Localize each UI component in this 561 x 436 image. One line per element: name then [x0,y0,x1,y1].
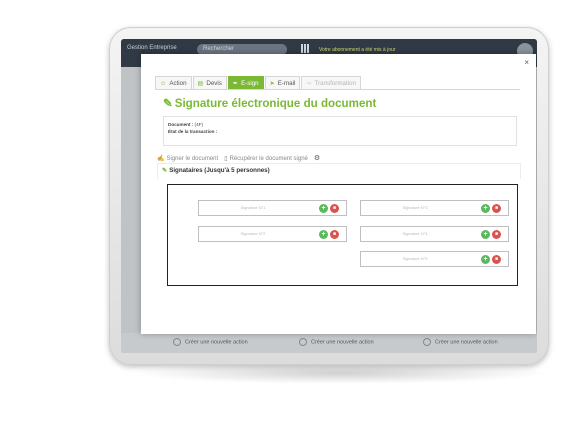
create-action-link[interactable]: Créer une nouvelle action [173,338,248,346]
tab-esign[interactable]: ✒ E-sign [227,76,264,90]
pen-icon: ✒ [232,80,239,87]
signature-field[interactable]: Signature N°5 + ■ [360,251,509,267]
add-signer-button[interactable]: + [481,204,490,213]
delete-signer-button[interactable]: ■ [492,255,501,264]
close-icon[interactable]: × [524,58,529,67]
document-info: Document : (4F) [168,122,203,127]
radio-icon [423,338,431,346]
header-notice: Votre abonnement a été mis à jour [319,47,396,53]
tab-action[interactable]: ☺ Action [155,76,192,90]
signature-field[interactable]: Signature N°2 + ■ [198,226,347,242]
tablet-frame: Gestion Entreprise Rechercher Votre abon… [109,27,549,365]
delete-signer-button[interactable]: ■ [330,204,339,213]
sign-document-button[interactable]: ✍ Signer le document [157,155,218,162]
esign-actions: ✍ Signer le document ▯ Récupérer le docume… [157,154,326,162]
tab-divider [155,89,520,90]
retrieve-document-button[interactable]: ▯ Récupérer le document signé [224,155,308,162]
delete-signer-button[interactable]: ■ [492,230,501,239]
app-nav-text: Gestion Entreprise [127,45,177,51]
tab-devis[interactable]: ▤ Devis [192,76,227,90]
page-title: ✎ Signature électronique du document [163,97,377,110]
radio-icon [299,338,307,346]
signature-area: Signature N°1 + ■ Signature N°2 + ■ Sign… [167,184,518,286]
send-icon: ➤ [269,80,275,87]
background-action-row: Créer une nouvelle action Créer une nouv… [121,333,537,353]
add-signer-button[interactable]: + [319,204,328,213]
document-info-box: Document : (4F) État de la transaction : [163,116,517,146]
signature-icon: ✎ [163,97,173,110]
delete-signer-button[interactable]: ■ [330,230,339,239]
esign-modal: × ☺ Action ▤ Devis ✒ E-sign ➤ E-mail ⇛ Transf… [141,54,536,334]
signers-header: ✎ Signataires (Jusqu'à 5 personnes) [157,163,521,179]
delete-signer-button[interactable]: ■ [492,204,501,213]
modal-tabs: ☺ Action ▤ Devis ✒ E-sign ➤ E-mail ⇛ Transfor… [155,76,362,90]
transaction-state: État de la transaction : [168,129,218,134]
sign-icon: ✍ [157,155,165,162]
file-icon: ▯ [224,155,228,162]
tablet-screen: Gestion Entreprise Rechercher Votre abon… [121,39,537,353]
signers-title: Signataires (Jusqu'à 5 personnes) [169,167,270,174]
tablet-shadow [130,362,550,384]
document-icon: ▤ [197,80,204,87]
radio-icon [173,338,181,346]
transform-icon: ⇛ [306,80,312,87]
signature-field[interactable]: Signature N°1 + ■ [198,200,347,216]
signature-field[interactable]: Signature N°3 + ■ [360,200,509,216]
apps-grid-icon[interactable] [301,44,310,53]
add-signer-button[interactable]: + [481,255,490,264]
user-icon: ☺ [160,80,167,87]
add-signer-button[interactable]: + [319,230,328,239]
create-action-link[interactable]: Créer une nouvelle action [423,338,498,346]
tab-email[interactable]: ➤ E-mail [264,76,301,90]
settings-gear-icon[interactable]: ⚙ [314,154,320,162]
pen-icon: ✎ [162,167,168,174]
tab-transformation[interactable]: ⇛ Transformation [301,76,361,90]
add-signer-button[interactable]: + [481,230,490,239]
create-action-link[interactable]: Créer une nouvelle action [299,338,374,346]
signature-field[interactable]: Signature N°4 + ■ [360,226,509,242]
